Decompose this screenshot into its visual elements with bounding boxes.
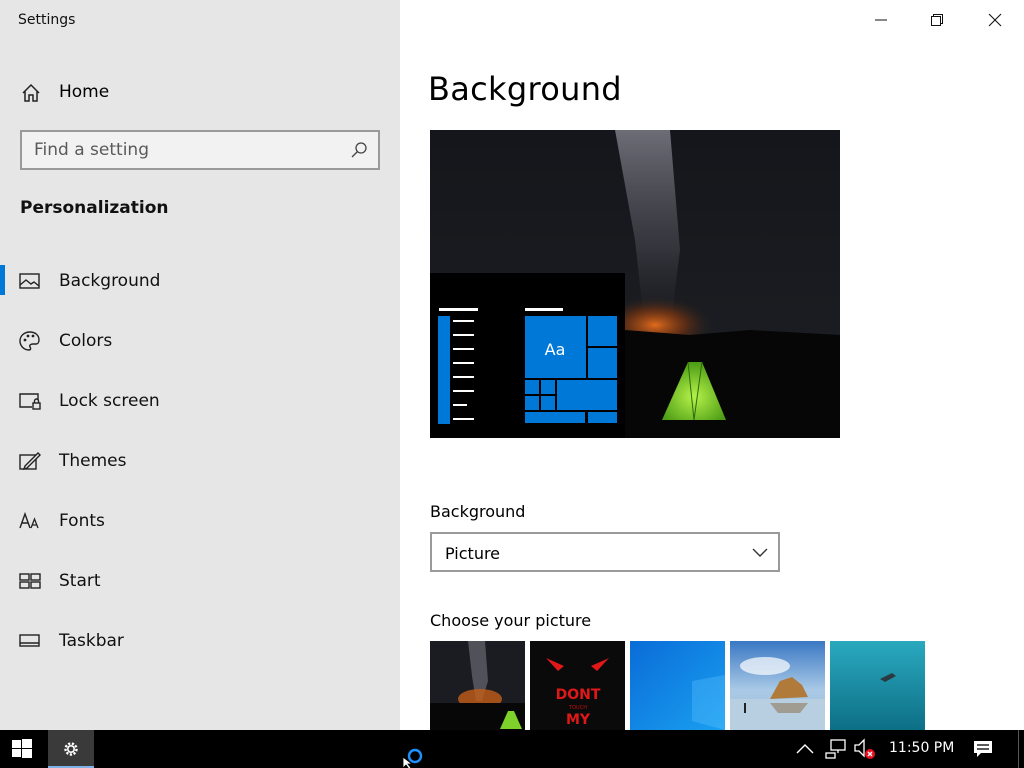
thumbnail-windows-blue[interactable] <box>630 641 725 730</box>
app-title: Settings <box>18 12 76 28</box>
thumbnail-beach-rocks[interactable] <box>730 641 825 730</box>
start-icon <box>19 573 41 589</box>
taskbar: 11:50 PM <box>0 730 1024 768</box>
gear-icon <box>64 742 78 756</box>
thumbnail-milky-way[interactable] <box>430 641 525 730</box>
notification-icon <box>974 741 992 757</box>
sidebar-item-taskbar[interactable]: Taskbar <box>0 619 400 663</box>
thumb-text-line1: DONT <box>556 687 601 703</box>
preview-tile-text: Aa <box>545 340 566 359</box>
start-button[interactable] <box>0 730 46 768</box>
taskbar-settings-app[interactable] <box>48 730 94 768</box>
page-title: Background <box>428 70 622 108</box>
fonts-icon <box>19 511 39 529</box>
sidebar-item-label: Taskbar <box>59 631 124 651</box>
action-center-button[interactable] <box>966 730 1000 768</box>
show-desktop-button[interactable] <box>1018 730 1024 768</box>
taskbar-icon <box>19 634 40 647</box>
minimize-icon <box>875 19 887 21</box>
close-icon <box>988 13 1002 27</box>
picture-icon <box>19 273 40 289</box>
sidebar-item-label: Lock screen <box>59 391 160 411</box>
network-button[interactable] <box>822 730 850 768</box>
windows-logo-icon <box>12 739 32 758</box>
background-preview: Aa <box>430 130 840 438</box>
volume-button[interactable] <box>852 730 878 768</box>
nav-home-label: Home <box>59 82 110 102</box>
sidebar-item-fonts[interactable]: Fonts <box>0 499 400 543</box>
home-icon <box>22 83 40 102</box>
preview-wallpaper: Aa <box>430 130 840 438</box>
background-type-label: Background <box>430 502 526 521</box>
taskbar-clock[interactable]: 11:50 PM <box>889 740 954 756</box>
nav-home[interactable]: Home <box>0 72 400 112</box>
show-hidden-icons-button[interactable] <box>792 730 818 768</box>
chevron-down-icon <box>752 548 768 557</box>
sidebar-item-themes[interactable]: Themes <box>0 439 400 483</box>
search-box[interactable] <box>20 130 380 170</box>
thumbnail-red-eyes[interactable]: DONT TOUCH MY <box>530 641 625 730</box>
sidebar-item-label: Fonts <box>59 511 105 531</box>
thumb-text-line3: MY <box>566 712 591 728</box>
restore-icon <box>931 14 943 26</box>
background-type-dropdown[interactable]: Picture <box>430 532 780 572</box>
chevron-up-icon <box>796 744 814 754</box>
sidebar-item-lock-screen[interactable]: Lock screen <box>0 379 400 423</box>
themes-icon <box>19 452 41 471</box>
search-icon[interactable] <box>350 141 368 159</box>
minimize-button[interactable] <box>858 0 904 40</box>
sidebar-item-label: Start <box>59 571 101 591</box>
volume-muted-icon <box>854 738 875 759</box>
thumbnail-underwater[interactable] <box>830 641 925 730</box>
dropdown-value: Picture <box>445 544 501 563</box>
section-title: Personalization <box>20 198 169 218</box>
sidebar-item-background[interactable]: Background <box>0 259 400 303</box>
restore-button[interactable] <box>914 0 960 40</box>
choose-picture-label: Choose your picture <box>430 611 592 630</box>
sidebar-item-start[interactable]: Start <box>0 559 400 603</box>
search-input[interactable] <box>34 138 334 162</box>
sidebar: Settings Home Personalization Background… <box>0 0 400 730</box>
sidebar-item-label: Themes <box>59 451 127 471</box>
network-icon <box>825 739 846 759</box>
palette-icon <box>19 331 40 351</box>
lock-screen-icon <box>19 393 41 410</box>
thumb-text-line2: TOUCH <box>568 705 587 711</box>
sidebar-item-label: Background <box>59 271 161 291</box>
mouse-cursor-icon <box>402 756 414 768</box>
sidebar-item-label: Colors <box>59 331 113 351</box>
sidebar-item-colors[interactable]: Colors <box>0 319 400 363</box>
close-button[interactable] <box>972 0 1018 40</box>
